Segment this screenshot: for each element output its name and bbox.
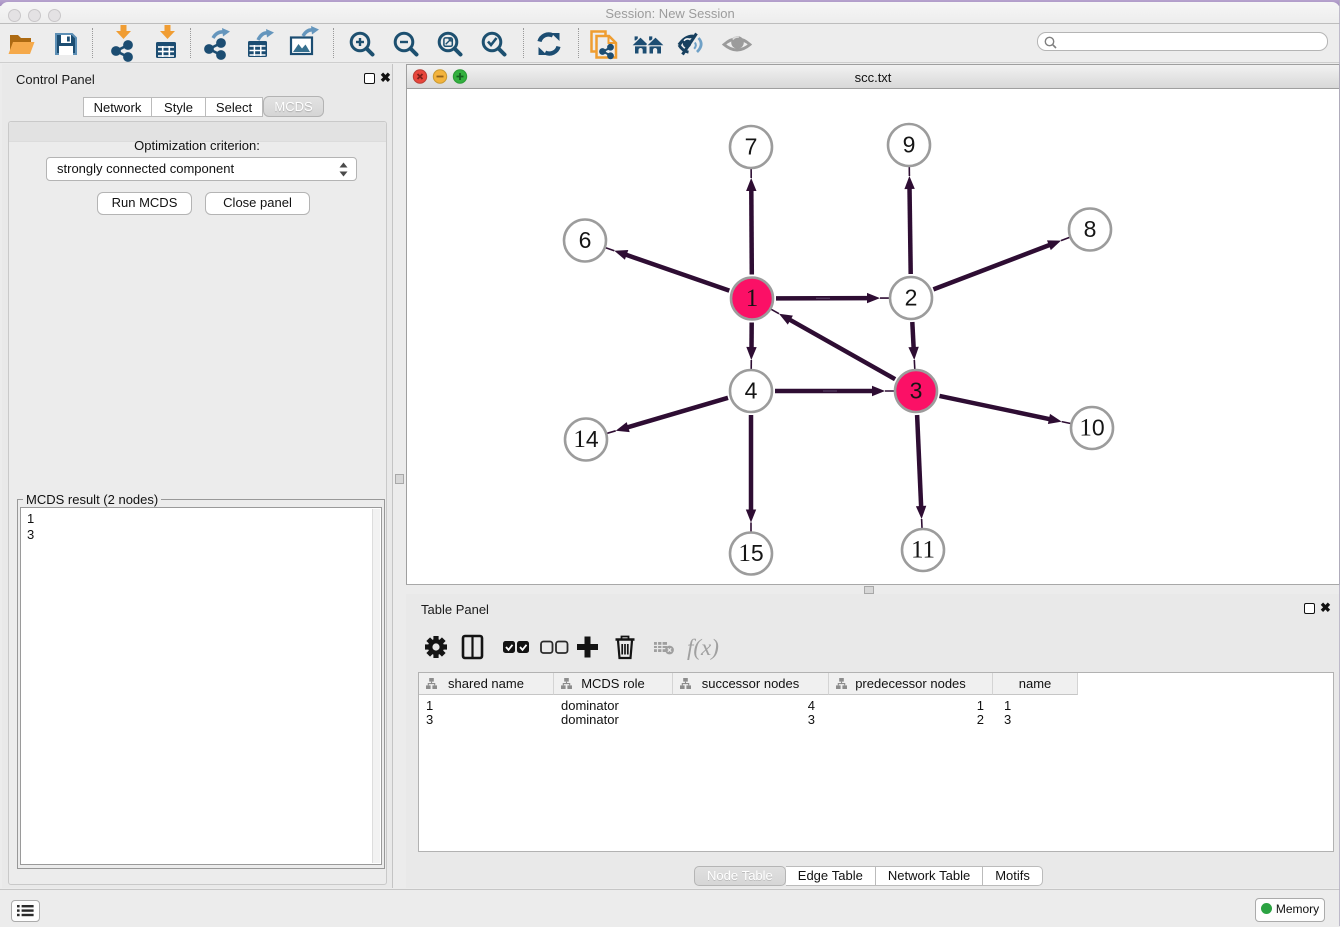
svg-text:14: 14 (573, 426, 599, 453)
svg-text:7: 7 (745, 134, 758, 160)
svg-text:6: 6 (579, 227, 592, 253)
svg-text:4: 4 (745, 378, 758, 404)
svg-text:2: 2 (905, 285, 918, 311)
svg-text:10: 10 (1079, 415, 1104, 442)
svg-text:15: 15 (738, 540, 763, 567)
svg-text:3: 3 (910, 378, 923, 404)
svg-text:1: 1 (746, 285, 759, 312)
svg-text:8: 8 (1084, 216, 1097, 242)
svg-text:9: 9 (903, 132, 916, 158)
svg-text:11: 11 (911, 537, 935, 564)
svg-text:f(x): f(x) (687, 635, 719, 660)
